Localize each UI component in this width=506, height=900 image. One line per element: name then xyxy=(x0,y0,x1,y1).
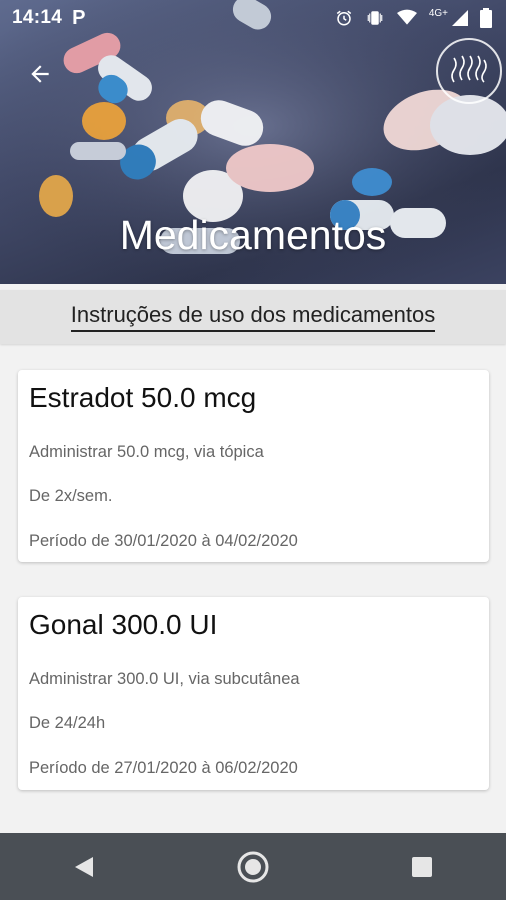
battery-icon xyxy=(480,8,492,28)
status-time: 14:14 xyxy=(12,7,63,28)
system-navigation-bar xyxy=(0,833,506,900)
p-icon: P xyxy=(72,6,86,29)
medication-frequency: De 2x/sem. xyxy=(29,487,113,505)
instructions-title: Instruções de uso dos medicamentos xyxy=(70,302,436,332)
alarm-icon xyxy=(336,10,352,26)
wifi-icon xyxy=(396,9,417,25)
medication-card[interactable]: Estradot 50.0 mcg Administrar 50.0 mcg, … xyxy=(18,370,489,562)
medication-period: Período de 30/01/2020 à 04/02/2020 xyxy=(29,532,298,550)
instructions-header: Instruções de uso dos medicamentos xyxy=(0,290,506,344)
medication-administration: Administrar 50.0 mcg, via tópica xyxy=(29,443,264,461)
medication-frequency: De 24/24h xyxy=(29,714,106,732)
network-type-label: 4G+ xyxy=(428,7,448,19)
recents-square-icon xyxy=(411,856,432,877)
medication-period: Período de 27/01/2020 à 06/02/2020 xyxy=(29,759,298,777)
signal-icon xyxy=(452,10,468,26)
clinic-logo xyxy=(436,38,502,104)
header-banner: Medicamentos xyxy=(0,0,506,284)
nav-recents-button[interactable] xyxy=(392,837,452,897)
nav-home-button[interactable] xyxy=(223,837,283,897)
back-button[interactable] xyxy=(22,56,58,92)
clinic-logo-icon xyxy=(451,55,487,83)
medication-card[interactable]: Gonal 300.0 UI Administrar 300.0 UI, via… xyxy=(18,597,489,790)
vibrate-icon xyxy=(367,11,383,25)
medication-administration: Administrar 300.0 UI, via subcutânea xyxy=(29,670,300,688)
page-title: Medicamentos xyxy=(119,212,387,258)
nav-back-button[interactable] xyxy=(54,837,114,897)
medication-name: Estradot 50.0 mcg xyxy=(29,382,257,413)
medication-name: Gonal 300.0 UI xyxy=(29,609,218,640)
back-triangle-icon xyxy=(75,856,94,877)
status-bar: 14:14 P 4G+ xyxy=(0,0,506,36)
home-circle-icon xyxy=(237,851,269,882)
arrow-left-icon xyxy=(31,65,49,83)
